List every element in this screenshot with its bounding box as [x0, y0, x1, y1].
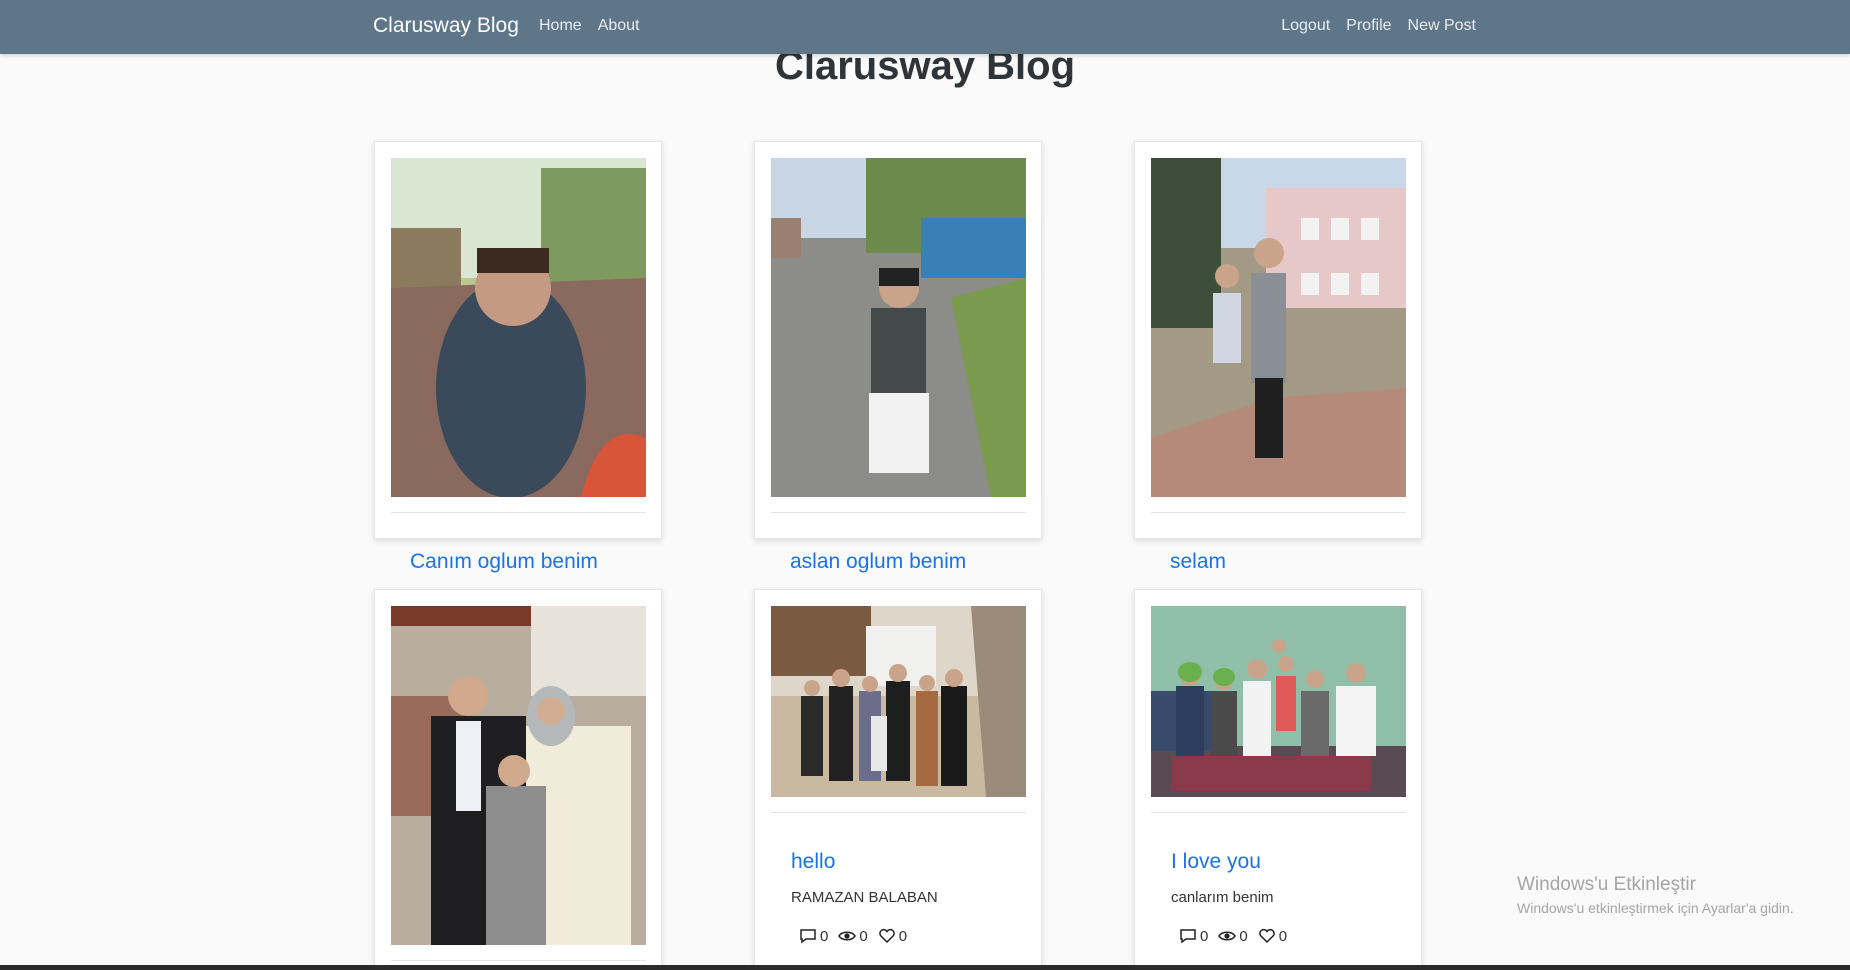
post-image[interactable] — [771, 606, 1026, 797]
post-card[interactable]: hello RAMAZAN BALABAN 0 0 0 — [754, 589, 1042, 970]
post-title-link[interactable]: hello — [791, 850, 835, 874]
bottom-border — [0, 965, 1850, 970]
post-card[interactable] — [754, 141, 1042, 539]
navbar: Clarusway Blog Home About Logout Profile… — [0, 0, 1850, 54]
post-card[interactable] — [1134, 141, 1422, 539]
card-divider — [1151, 512, 1406, 513]
post-image[interactable] — [1151, 158, 1406, 497]
likes-stat[interactable]: 0 — [878, 927, 907, 945]
heart-icon — [878, 928, 895, 944]
likes-count: 0 — [1278, 927, 1288, 945]
eye-icon — [838, 931, 857, 941]
nav-logout-link[interactable]: Logout — [1281, 17, 1330, 35]
card-divider — [771, 512, 1026, 513]
nav-profile-link[interactable]: Profile — [1346, 17, 1391, 35]
heart-icon — [1258, 928, 1275, 944]
post-author: canlarım benim — [1171, 889, 1274, 906]
post-card[interactable] — [374, 141, 662, 539]
post-image[interactable] — [391, 606, 646, 945]
nav-home-link[interactable]: Home — [539, 17, 582, 35]
comment-icon — [1180, 929, 1196, 944]
watermark-title: Windows'u Etkinleştir — [1517, 874, 1696, 895]
post-stats: 0 0 0 — [1179, 927, 1287, 945]
views-count: 0 — [1239, 927, 1248, 945]
card-divider — [1151, 812, 1406, 813]
comments-count: 0 — [1200, 927, 1209, 945]
card-divider — [771, 812, 1026, 813]
post-title-link[interactable]: Canım oglum benim — [410, 550, 598, 574]
post-stats: 0 0 0 — [799, 927, 907, 945]
comments-stat[interactable]: 0 — [1179, 927, 1208, 945]
brand-link[interactable]: Clarusway Blog — [373, 14, 519, 38]
post-title-link[interactable]: selam — [1170, 550, 1226, 574]
comments-stat[interactable]: 0 — [799, 927, 828, 945]
post-card[interactable]: I love you canlarım benim 0 0 0 — [1134, 589, 1422, 970]
post-card[interactable] — [374, 589, 662, 970]
comment-icon — [800, 929, 816, 944]
card-divider — [391, 512, 646, 513]
watermark-subtitle: Windows'u etkinleştirmek için Ayarlar'a … — [1517, 900, 1794, 916]
eye-icon — [1218, 931, 1237, 941]
post-author: RAMAZAN BALABAN — [791, 889, 938, 906]
post-image[interactable] — [771, 158, 1026, 497]
nav-new-post-link[interactable]: New Post — [1408, 17, 1476, 35]
post-image[interactable] — [391, 158, 646, 497]
post-image[interactable] — [1151, 606, 1406, 797]
windows-activation-watermark: Windows'u Etkinleştir Windows'u etkinleş… — [1517, 874, 1794, 916]
nav-left: Home About — [539, 17, 640, 35]
views-count: 0 — [859, 927, 868, 945]
nav-right: Logout Profile New Post — [1281, 17, 1476, 35]
likes-count: 0 — [898, 927, 908, 945]
comments-count: 0 — [820, 927, 829, 945]
nav-about-link[interactable]: About — [598, 17, 640, 35]
views-stat[interactable]: 0 — [1218, 927, 1248, 945]
post-title-link[interactable]: I love you — [1171, 850, 1261, 874]
likes-stat[interactable]: 0 — [1258, 927, 1287, 945]
card-divider — [391, 960, 646, 961]
views-stat[interactable]: 0 — [838, 927, 868, 945]
post-title-link[interactable]: aslan oglum benim — [790, 550, 966, 574]
